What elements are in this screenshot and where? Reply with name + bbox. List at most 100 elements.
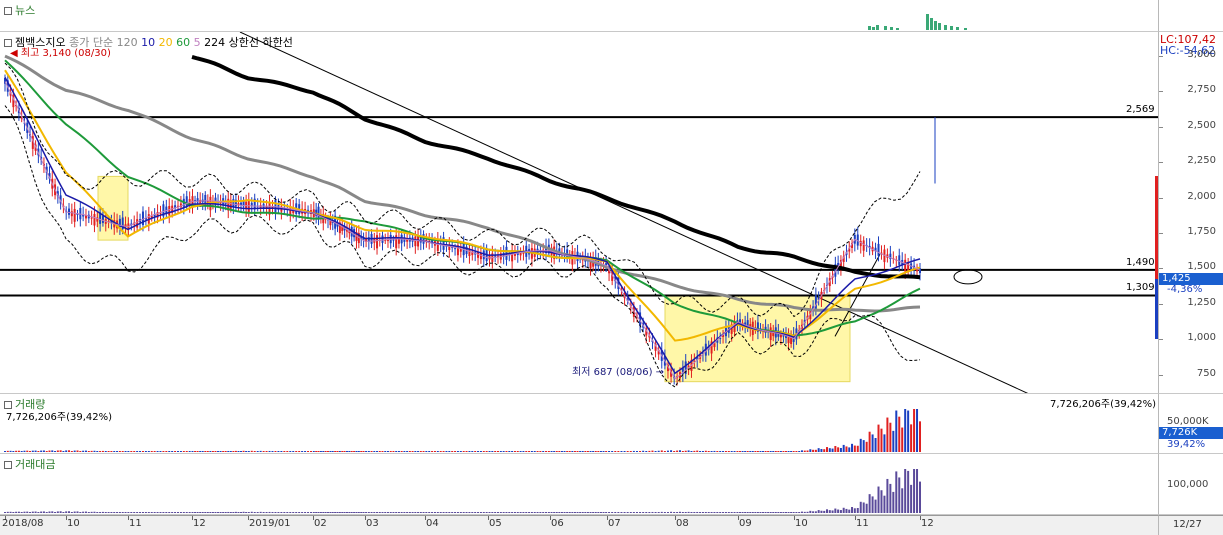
- volume-bar: [360, 451, 363, 452]
- volume-bar: [687, 450, 690, 452]
- legend-item-1[interactable]: 10: [138, 36, 155, 49]
- amount-bar: [727, 512, 730, 513]
- legend-item-4[interactable]: 5: [190, 36, 201, 49]
- amount-bar: [528, 512, 531, 513]
- volume-bar: [362, 451, 365, 452]
- volume-bar: [690, 451, 693, 452]
- volume-bar: [642, 450, 645, 452]
- volume-bar: [454, 451, 457, 452]
- volume-bar: [701, 451, 704, 452]
- volume-bar: [185, 451, 188, 452]
- volume-bar: [6, 450, 9, 452]
- amount-bar: [451, 512, 454, 513]
- y-tick: [1159, 233, 1163, 235]
- amount-bar: [350, 512, 353, 513]
- price-chart[interactable]: [0, 32, 1158, 393]
- volume-bar: [744, 451, 747, 452]
- amount-pane: 거래대금: [0, 454, 1158, 515]
- volume-bar: [194, 451, 197, 452]
- volume-bar: [127, 451, 130, 452]
- amount-bar: [362, 512, 365, 513]
- volume-bars[interactable]: [0, 394, 1158, 453]
- volume-bar: [295, 451, 298, 452]
- amount-bar: [286, 512, 289, 513]
- volume-bar: [528, 451, 531, 452]
- high-arrow-icon: ◀: [10, 48, 18, 59]
- amount-bar: [505, 512, 508, 513]
- legend-item-5[interactable]: 224: [201, 36, 225, 49]
- amount-bar: [9, 511, 12, 513]
- legend-item-7[interactable]: 하한선: [259, 36, 292, 49]
- amount-bar: [889, 483, 892, 513]
- volume-bar: [496, 451, 499, 452]
- amount-bar: [820, 510, 823, 513]
- legend-item-2[interactable]: 20: [155, 36, 173, 49]
- amount-bar: [389, 512, 392, 513]
- amount-bar: [772, 512, 775, 513]
- volume-bar: [150, 451, 153, 452]
- amount-bar: [895, 471, 898, 513]
- legend-item-0[interactable]: 120: [117, 36, 138, 49]
- volume-bar: [795, 451, 798, 452]
- volume-bar: [162, 451, 165, 452]
- amount-bar: [886, 478, 889, 513]
- amount-bar: [277, 512, 280, 513]
- volume-bar: [459, 451, 462, 452]
- amount-bar: [104, 512, 107, 513]
- volume-bar: [608, 451, 611, 452]
- amount-bar: [445, 512, 448, 513]
- volume-bar: [553, 451, 556, 452]
- amount-bar: [828, 510, 831, 513]
- legend-item-6[interactable]: 상한선: [225, 36, 259, 49]
- candle-body: [93, 213, 96, 226]
- amount-bar: [386, 512, 389, 513]
- volume-bar: [756, 451, 759, 452]
- volume-bar: [411, 451, 414, 452]
- amount-bars[interactable]: [0, 454, 1158, 514]
- volume-bar: [539, 451, 542, 452]
- amount-bar: [670, 511, 673, 513]
- amount-bar: [408, 512, 411, 513]
- y-tick-label: 2,250: [1187, 155, 1216, 167]
- volume-bar: [779, 451, 782, 452]
- legend-item-3[interactable]: 60: [173, 36, 190, 49]
- volume-bar: [101, 450, 104, 452]
- y-tick-label: 1,750: [1187, 226, 1216, 238]
- volume-bar: [292, 451, 295, 452]
- date-label: 09: [739, 518, 752, 529]
- volume-bar: [245, 451, 248, 452]
- volume-bar: [555, 451, 558, 452]
- volume-bar: [159, 451, 162, 452]
- volume-bar: [471, 451, 474, 452]
- volume-bar: [754, 451, 757, 452]
- volume-bar: [378, 451, 381, 452]
- volume-bar: [232, 451, 235, 452]
- volume-bar: [862, 440, 865, 452]
- amount-bar: [848, 509, 851, 513]
- volume-bar: [334, 451, 337, 452]
- amount-bar: [676, 512, 679, 513]
- volume-bar: [176, 451, 179, 452]
- amount-bar: [916, 469, 919, 513]
- volume-bar: [357, 451, 360, 452]
- amount-bar: [657, 512, 660, 513]
- volume-bar: [348, 451, 351, 452]
- candle-body: [482, 250, 485, 260]
- volume-bar: [384, 451, 387, 452]
- amount-bar: [749, 512, 752, 513]
- amount-bar: [365, 512, 368, 513]
- volume-bar: [910, 424, 913, 452]
- change-pct: -4,36%: [1167, 284, 1203, 296]
- amount-bar: [90, 511, 93, 513]
- amount-bar: [334, 512, 337, 513]
- news-axis: [1158, 0, 1223, 32]
- amount-bar: [153, 512, 156, 513]
- volume-bar: [678, 450, 681, 452]
- ma-line-5: [4, 81, 921, 380]
- low-arrow-icon: →: [655, 367, 665, 378]
- amount-bar: [862, 502, 865, 513]
- candle-body: [376, 235, 379, 249]
- volume-bar: [657, 450, 660, 452]
- volume-bar: [563, 451, 566, 452]
- candle-body: [70, 211, 73, 217]
